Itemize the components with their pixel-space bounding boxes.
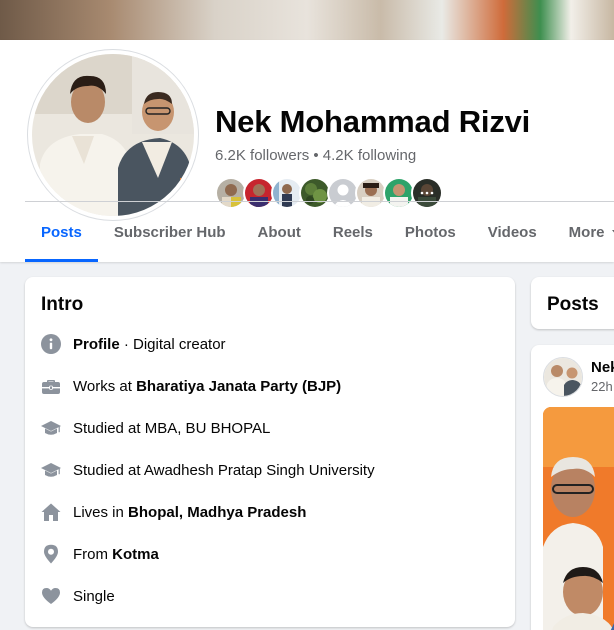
home-icon [41, 502, 61, 522]
tab-videos[interactable]: Videos [472, 202, 553, 262]
tab-more[interactable]: More [553, 202, 614, 262]
post-image[interactable] [543, 407, 614, 630]
profile-picture[interactable] [28, 50, 198, 220]
post-author-name[interactable]: Nek [591, 359, 614, 376]
location-pin-icon [41, 544, 61, 564]
intro-item-prefix: From [73, 545, 113, 563]
intro-item-text[interactable]: Studied at Awadhesh Pratap Singh Univers… [73, 462, 375, 479]
intro-item-education-2: Studied at Awadhesh Pratap Singh Univers… [41, 458, 375, 482]
profile-name: Nek Mohammad Rizvi [215, 104, 531, 139]
intro-item-profile: Profile · Digital creator [41, 332, 226, 356]
follow-stats[interactable]: 6.2K followers • 4.2K following [215, 147, 416, 164]
cover-photo[interactable] [0, 0, 614, 40]
info-icon [41, 334, 61, 354]
intro-item-relationship: Single [41, 584, 115, 608]
intro-item-bold[interactable]: Kotma [112, 546, 159, 563]
briefcase-icon [41, 376, 61, 396]
profile-tabs: Posts Subscriber Hub About Reels Photos … [25, 202, 614, 262]
tab-photos[interactable]: Photos [389, 202, 472, 262]
posts-title: Posts [547, 294, 599, 315]
graduation-cap-icon [41, 460, 61, 480]
intro-title: Intro [41, 294, 84, 315]
intro-item-bold[interactable]: Bharatiya Janata Party (BJP) [136, 378, 341, 395]
intro-item-education-1: Studied at MBA, BU BHOPAL [41, 416, 270, 440]
intro-item-text: Single [73, 587, 115, 605]
intro-item-work: Works at Bharatiya Janata Party (BJP) [41, 374, 341, 398]
intro-item-from: From Kotma [41, 542, 159, 566]
post-timestamp[interactable]: 22h [591, 379, 613, 394]
intro-item-bold[interactable]: Bhopal, Madhya Pradesh [128, 504, 306, 521]
tab-about[interactable]: About [242, 202, 317, 262]
intro-item-suffix: · Digital creator [119, 335, 226, 353]
intro-item-prefix: Lives in [73, 503, 129, 521]
intro-item-bold: Profile [73, 335, 120, 353]
intro-item-prefix: Works at [73, 377, 137, 395]
heart-icon [41, 586, 61, 606]
tab-subscriber-hub[interactable]: Subscriber Hub [98, 202, 242, 262]
intro-item-lives-in: Lives in Bhopal, Madhya Pradesh [41, 500, 306, 524]
posts-header-card: Posts [531, 277, 614, 329]
post-author-avatar[interactable] [543, 357, 583, 397]
tab-reels[interactable]: Reels [317, 202, 389, 262]
tab-posts[interactable]: Posts [25, 202, 98, 262]
profile-photo-image [32, 54, 194, 216]
tab-more-label: More [568, 223, 605, 241]
graduation-cap-icon [41, 418, 61, 438]
post-card: Nek 22h [531, 345, 614, 630]
intro-item-text[interactable]: Studied at MBA, BU BHOPAL [73, 420, 270, 437]
intro-card: Intro Profile · Digital creator Works at… [25, 277, 515, 627]
